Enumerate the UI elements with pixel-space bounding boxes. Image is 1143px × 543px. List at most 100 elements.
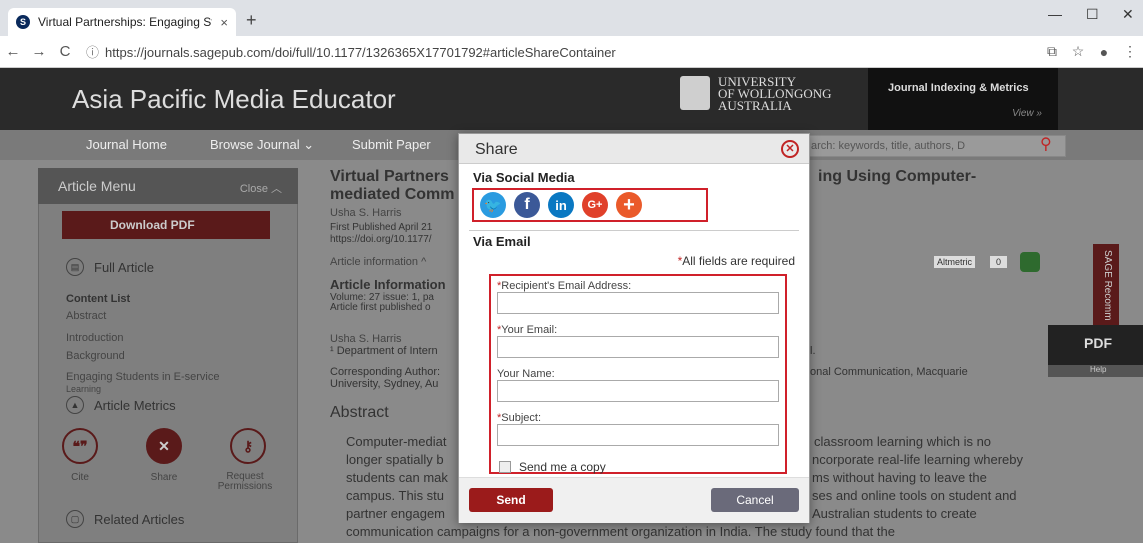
article-menu-close[interactable]: Close ︿ [240, 180, 282, 196]
content-list-item[interactable]: Engaging Students in E-service [66, 371, 219, 383]
published-date: First Published April 21 [330, 222, 433, 233]
sidebar-item-label: Related Articles [94, 511, 185, 527]
browser-tabbar: S Virtual Partnerships: Engaging St × + … [0, 0, 1143, 36]
share-dialog-title: Share [475, 141, 518, 158]
close-icon[interactable]: ✕ [781, 140, 799, 158]
url-text: https://journals.sagepub.com/doi/full/10… [105, 45, 616, 60]
abstract-line: students can mak [346, 470, 448, 485]
your-email-field[interactable] [497, 336, 779, 358]
share-dialog-footer: Send Cancel [459, 477, 809, 523]
abstract-line: classroom learning which is no [814, 434, 992, 449]
abstract-line: partner engagem [346, 506, 446, 521]
menu-icon[interactable]: ⋮ [1117, 43, 1143, 60]
checkbox-icon[interactable] [499, 461, 511, 473]
send-copy-checkbox[interactable]: Send me a copy [499, 460, 606, 474]
content-list-item[interactable]: Learning [66, 384, 101, 394]
tab-close-icon[interactable]: × [220, 15, 228, 30]
send-copy-label: Send me a copy [519, 460, 606, 474]
cite-label: Cite [71, 472, 89, 483]
nav-browse-journal[interactable]: Browse Journal ⌄ [210, 137, 314, 153]
sidebar-item-article-metrics[interactable]: ▲ Article Metrics [66, 396, 176, 414]
account-icon[interactable]: ● [1091, 44, 1117, 60]
send-button[interactable]: Send [469, 488, 553, 512]
altmetric-badge[interactable]: Altmetric [934, 256, 976, 268]
journal-indexing-panel[interactable]: Journal Indexing & Metrics View » [868, 68, 1058, 130]
bookmark-star-icon[interactable]: ☆ [1065, 43, 1091, 60]
url-field[interactable]: ⓘ https://journals.sagepub.com/doi/full/1… [86, 42, 1039, 61]
required-fields-note: *All fields are required [677, 254, 795, 268]
abstract-line: Computer-mediat [346, 434, 447, 449]
article-menu-header: Article Menu Close ︿ [38, 168, 298, 204]
related-icon: ▢ [66, 510, 84, 528]
article-information-heading: Article Information [330, 277, 446, 292]
nav-submit-paper[interactable]: Submit Paper [352, 137, 431, 152]
university-affiliation: University, Sydney, Au [330, 378, 439, 390]
content-list-item[interactable]: Background [66, 350, 125, 362]
your-name-field[interactable] [497, 380, 779, 402]
abstract-line: Australian students to create [812, 506, 977, 521]
forward-icon[interactable]: → [26, 43, 52, 60]
linkedin-icon[interactable]: in [548, 192, 574, 218]
help-widget[interactable]: Help [1048, 365, 1143, 377]
minimize-button[interactable]: — [1048, 6, 1062, 22]
article-info-toggle[interactable]: Article information ^ [330, 256, 426, 268]
twitter-icon[interactable]: 🐦 [480, 192, 506, 218]
cancel-button[interactable]: Cancel [711, 488, 799, 512]
facebook-icon[interactable]: f [514, 192, 540, 218]
search-input[interactable]: arch: keywords, title, authors, D [804, 135, 1066, 157]
social-share-buttons: 🐦 f in G+ + [472, 188, 708, 222]
abstract-line: ms without having to leave the [812, 470, 987, 485]
share-label: Share [150, 472, 178, 483]
recipient-email-label: *Recipient's Email Address: [497, 280, 632, 292]
divider [469, 230, 799, 231]
subject-field[interactable] [497, 424, 779, 446]
indexing-title: Journal Indexing & Metrics [888, 82, 1029, 94]
document-icon: ▤ [66, 258, 84, 276]
request-permissions-label: Request Permissions [217, 471, 273, 492]
more-share-icon[interactable]: + [616, 192, 642, 218]
content-list-heading[interactable]: Content List [66, 293, 130, 305]
article-title-2: mediated Comm [330, 186, 455, 203]
university-line: AUSTRALIA [718, 98, 792, 113]
open-access-lock-icon [1020, 252, 1040, 272]
university-logo[interactable]: UNIVERSITY OF WOLLONGONG AUSTRALIA [680, 75, 832, 113]
nav-journal-home[interactable]: Journal Home [86, 137, 167, 152]
indexing-view-link[interactable]: View » [1012, 108, 1042, 119]
share-dialog: Share ✕ Via Social Media 🐦 f in G+ + Via… [458, 133, 810, 523]
reload-icon[interactable]: C [52, 43, 78, 60]
translate-icon[interactable]: ⧉ [1039, 43, 1065, 60]
sidebar-item-related-articles[interactable]: ▢ Related Articles [66, 510, 184, 528]
abstract-line: campus. This stu [346, 488, 445, 503]
new-tab-button[interactable]: + [246, 10, 257, 31]
journal-title[interactable]: Asia Pacific Media Educator [72, 84, 396, 115]
close-window-button[interactable]: ✕ [1122, 6, 1134, 23]
sidebar-item-full-article[interactable]: ▤ Full Article [66, 258, 154, 276]
your-email-label: *Your Email: [497, 324, 558, 336]
corresponding-author-right: onal Communication, Macquarie [810, 366, 968, 378]
download-pdf-button[interactable]: Download PDF [62, 211, 270, 239]
maximize-button[interactable]: ☐ [1086, 6, 1099, 23]
content-list-item[interactable]: Introduction [66, 332, 123, 344]
pdf-widget[interactable]: PDF [1048, 325, 1143, 365]
corresponding-author: Corresponding Author: [330, 366, 441, 378]
altmetric-score: 0 [990, 256, 1008, 268]
recipient-email-field[interactable] [497, 292, 779, 314]
tab-title: Virtual Partnerships: Engaging St [38, 15, 213, 29]
info-icon[interactable]: ⓘ [86, 45, 99, 60]
subject-label: *Subject: [497, 412, 542, 424]
author-link[interactable]: Usha S. Harris [330, 207, 402, 219]
back-icon[interactable]: ← [0, 43, 26, 60]
request-permissions-button[interactable]: ⚷ [230, 428, 266, 464]
article-menu-title: Article Menu [58, 178, 136, 194]
doi-link[interactable]: https://doi.org/10.1177/ [330, 234, 432, 245]
google-plus-icon[interactable]: G+ [582, 192, 608, 218]
cite-button[interactable]: ❝❞ [62, 428, 98, 464]
via-email-heading: Via Email [473, 234, 531, 249]
search-icon[interactable]: ⚲ [1040, 134, 1052, 154]
crest-icon [680, 76, 710, 110]
share-button[interactable]: ✕ [146, 428, 182, 464]
author-affiliation-link[interactable]: Usha S. Harris [330, 333, 402, 345]
browser-tab[interactable]: S Virtual Partnerships: Engaging St × [8, 8, 236, 36]
content-list-item[interactable]: Abstract [66, 310, 106, 322]
share-dialog-header: Share ✕ [459, 134, 809, 164]
